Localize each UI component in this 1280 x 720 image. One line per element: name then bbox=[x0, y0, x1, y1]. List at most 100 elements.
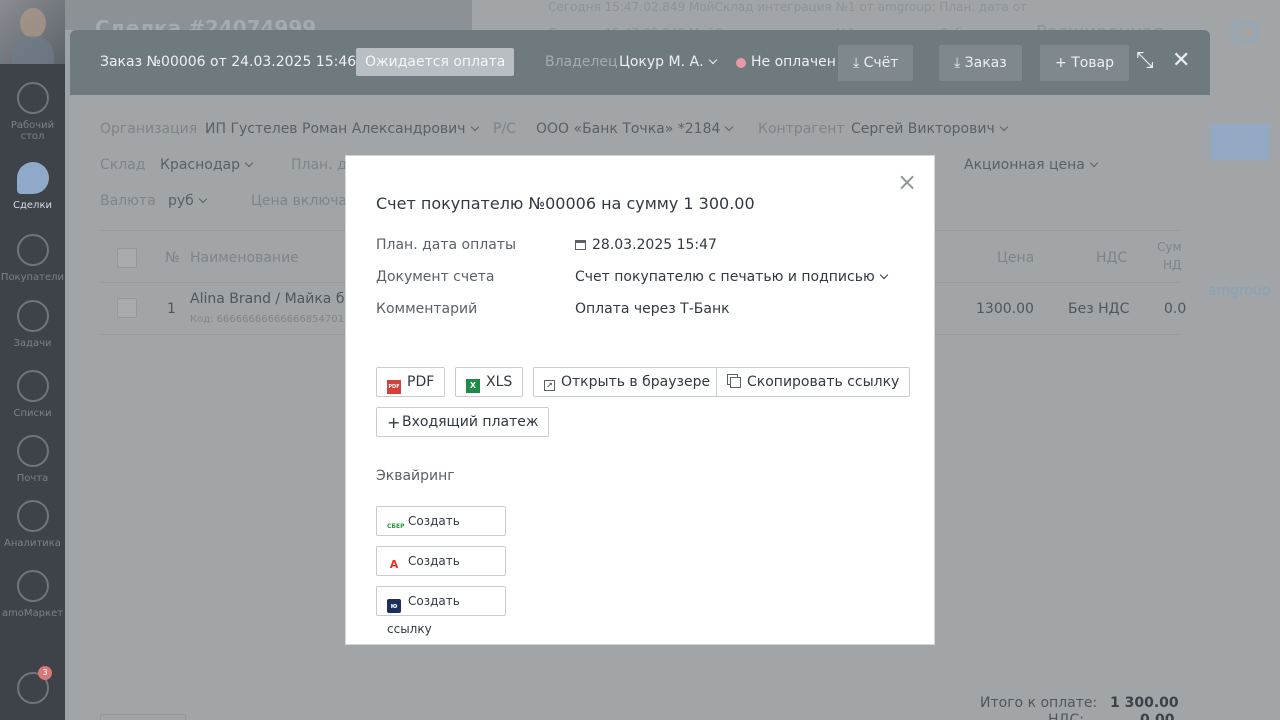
sidebar-item-amomarket[interactable]: amoМаркет bbox=[0, 570, 65, 619]
chevron-down-icon bbox=[708, 55, 717, 65]
sidebar-item-tasks[interactable]: Задачи bbox=[0, 300, 65, 349]
comment-field[interactable]: Оплата через Т-Банк bbox=[575, 301, 730, 317]
deals-icon bbox=[16, 162, 49, 194]
add-product-button[interactable]: + Товар bbox=[1040, 45, 1130, 81]
feed-highlight bbox=[1210, 124, 1270, 160]
warehouse-value: Краснодар bbox=[160, 157, 240, 173]
row-product-name[interactable]: Alina Brand / Майка бел bbox=[190, 291, 362, 307]
calendar-icon bbox=[575, 240, 586, 250]
close-icon[interactable]: × bbox=[897, 170, 917, 194]
currency-label: Валюта bbox=[100, 193, 156, 209]
sidebar-item-lists[interactable]: Списки bbox=[0, 370, 65, 419]
left-sidebar: Рабочий стол Сделки Покупатели Задачи Сп… bbox=[0, 0, 65, 720]
external-link-icon: ↗ bbox=[544, 380, 555, 391]
feed-log-line: Сегодня 15:47:02.849 МойСклад интеграция… bbox=[548, 0, 1028, 14]
incoming-payment-label: Входящий платеж bbox=[402, 414, 539, 430]
copy-icon bbox=[730, 377, 741, 388]
avatar[interactable] bbox=[0, 0, 65, 64]
order-download-button[interactable]: ⤓ Заказ bbox=[939, 45, 1022, 81]
row-checkbox[interactable] bbox=[117, 298, 137, 318]
collapse-icon[interactable]: ⤡ bbox=[1136, 48, 1154, 73]
contractor-select[interactable]: Сергей Викторович bbox=[851, 121, 1008, 137]
xls-button[interactable]: X XLS bbox=[455, 367, 524, 397]
chevron-down-icon bbox=[198, 194, 208, 204]
sidebar-item-mail[interactable]: Почта bbox=[0, 435, 65, 484]
acquiring-title: Эквайринг bbox=[376, 468, 455, 484]
currency-select[interactable]: руб bbox=[168, 193, 208, 209]
sidebar-item-label: Списки bbox=[13, 408, 52, 419]
sber-create-link-button[interactable]: СБЕРСоздать ссылку bbox=[376, 506, 506, 556]
sidebar-item-customers[interactable]: Покупатели bbox=[0, 234, 65, 283]
sidebar-item-analytics[interactable]: Аналитика bbox=[0, 500, 65, 549]
close-icon[interactable]: ✕ bbox=[1172, 48, 1190, 73]
deal-title-strip: Сделка #24074999 bbox=[65, 0, 472, 40]
total-vat-value: 0.00 bbox=[1140, 712, 1175, 720]
org-label: Организация bbox=[100, 121, 198, 137]
feed-link[interactable]: amgroup bbox=[1208, 283, 1271, 299]
warehouse-label: Склад bbox=[100, 157, 146, 173]
total-to-pay-value: 1 300.00 bbox=[1110, 695, 1179, 711]
col-header-number: № bbox=[165, 250, 180, 266]
invoice-button[interactable]: ⤓ Счёт bbox=[838, 45, 914, 81]
total-vat-label: НДС: bbox=[1048, 712, 1084, 720]
total-to-pay-label: Итого к оплате: bbox=[980, 695, 1098, 711]
contractor-label: Контрагент bbox=[758, 121, 845, 137]
row-sum-vat: 0.0 bbox=[1164, 301, 1187, 317]
sidebar-item-label: Задачи bbox=[13, 338, 52, 349]
comment-label: Комментарий bbox=[376, 301, 478, 317]
download-icon: ⤓ bbox=[954, 55, 965, 71]
alfa-create-link-button[interactable]: AСоздать ссылку bbox=[376, 546, 506, 596]
sidebar-item-dashboard[interactable]: Рабочий стол bbox=[0, 82, 65, 142]
dashboard-icon bbox=[16, 82, 49, 114]
col-header-vat: НДС bbox=[1096, 250, 1128, 266]
price-type-select[interactable]: Акционная цена bbox=[964, 157, 1099, 173]
sidebar-item-label: Сделки bbox=[13, 200, 52, 211]
order-header: Заказ №00006 от 24.03.2025 15:46 Ожидает… bbox=[70, 30, 1210, 95]
sidebar-item-label: Почта bbox=[16, 473, 49, 484]
chat-unread-badge: 3 bbox=[38, 666, 52, 680]
customers-icon bbox=[16, 234, 49, 266]
chevron-down-icon bbox=[244, 158, 254, 168]
col-header-price: Цена bbox=[997, 250, 1035, 266]
product-button-label: Товар bbox=[1071, 55, 1115, 71]
incoming-payment-button[interactable]: + Входящий платеж bbox=[376, 407, 550, 437]
doc-template-select[interactable]: Счет покупателю с печатью и подписью bbox=[575, 269, 888, 285]
sidebar-item-label: amoМаркет bbox=[1, 608, 64, 619]
alfa-logo-icon: A bbox=[389, 558, 399, 571]
order-status-chip[interactable]: Ожидается оплата bbox=[356, 48, 515, 76]
doc-value: Счет покупателю с печатью и подписью bbox=[575, 269, 875, 285]
plan-date-field[interactable]: 28.03.2025 15:47 bbox=[575, 237, 717, 253]
org-select[interactable]: ИП Густелев Роман Александрович bbox=[205, 121, 479, 137]
pdf-button[interactable]: PDF PDF bbox=[376, 367, 446, 397]
account-select[interactable]: ООО «Банк Точка» *2184 bbox=[536, 121, 734, 137]
chevron-down-icon bbox=[879, 270, 888, 280]
currency-value: руб bbox=[168, 193, 194, 209]
row-vat[interactable]: Без НДС bbox=[1068, 301, 1129, 317]
col-header-name[interactable]: Наименование bbox=[190, 250, 299, 266]
plan-date-label: План. дата оплаты bbox=[376, 237, 517, 253]
warehouse-select[interactable]: Краснодар bbox=[160, 157, 254, 173]
tasks-icon bbox=[16, 300, 49, 332]
open-in-browser-button[interactable]: ↗ Открыть в браузере bbox=[533, 367, 722, 397]
select-all-checkbox[interactable] bbox=[117, 248, 137, 268]
col-header-sum: Сум bbox=[1157, 240, 1182, 254]
invoice-modal: × Счет покупателю №00006 на сумму 1 300.… bbox=[345, 155, 935, 645]
sidebar-item-deals[interactable]: Сделки bbox=[0, 162, 65, 211]
add-widget-icon[interactable] bbox=[1234, 22, 1258, 42]
invoice-button-label: Счёт bbox=[863, 55, 899, 71]
account-value: ООО «Банк Точка» *2184 bbox=[536, 121, 721, 137]
sidebar-item-chats[interactable] bbox=[0, 672, 65, 710]
plus-icon: + bbox=[387, 413, 401, 432]
order-footer-button[interactable] bbox=[100, 714, 186, 720]
owner-select[interactable]: Цокур М. А. bbox=[619, 54, 717, 70]
yookassa-create-link-button[interactable]: ю Создать ссылку bbox=[376, 586, 506, 636]
copy-link-button[interactable]: Скопировать ссылку bbox=[716, 367, 911, 397]
sber-logo-icon: СБЕР bbox=[387, 523, 405, 530]
modal-title: Счет покупателю №00006 на сумму 1 300.00 bbox=[376, 194, 755, 213]
pdf-button-label: PDF bbox=[407, 374, 435, 390]
pdf-icon: PDF bbox=[387, 380, 401, 394]
owner-value: Цокур М. А. bbox=[619, 54, 704, 70]
row-price[interactable]: 1300.00 bbox=[976, 301, 1034, 317]
chevron-down-icon bbox=[470, 122, 479, 132]
download-icon: ⤓ bbox=[853, 55, 864, 71]
